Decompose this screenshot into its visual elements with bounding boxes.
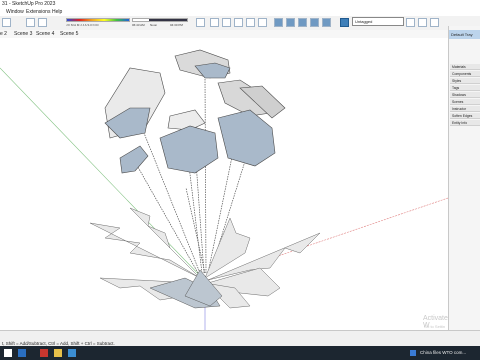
shaded-icon[interactable]	[258, 18, 267, 27]
tab-scene-3[interactable]: Scene 3	[14, 31, 32, 37]
tray-item-scenes[interactable]: Scenes	[450, 99, 480, 105]
activation-watermark-sub: Go to Settin	[424, 324, 446, 329]
file-explorer-icon[interactable]	[54, 349, 62, 357]
print-icon[interactable]	[26, 18, 35, 27]
model-canvas	[0, 49, 449, 330]
tray-item-materials[interactable]: Materials	[450, 64, 480, 70]
tab-scene-2[interactable]: e 2	[0, 31, 7, 37]
menu-bar: Window Extensions Help	[0, 9, 480, 16]
sync-icon[interactable]	[196, 18, 205, 27]
tray-title[interactable]: Default Tray	[449, 30, 480, 39]
flower-heads	[104, 49, 286, 174]
tray-item-styles[interactable]: Styles	[450, 78, 480, 84]
back-view-icon[interactable]	[322, 18, 331, 27]
tray-item-shadows[interactable]: Shadows	[450, 92, 480, 98]
tray-item-components[interactable]: Components	[450, 71, 480, 77]
menu-help[interactable]: Help	[52, 9, 62, 15]
search-icon[interactable]	[38, 18, 47, 27]
add-tag-icon[interactable]	[418, 18, 427, 27]
modeling-viewport[interactable]: Activate W Go to Settin	[0, 38, 449, 330]
leaf-shadows	[149, 269, 223, 309]
tray-item-tags[interactable]: Tags	[450, 85, 480, 91]
tag-dropdown[interactable]: Untagged	[352, 17, 404, 26]
taskbar-news[interactable]: China files WTO com...	[420, 350, 466, 355]
back-edges-icon[interactable]	[222, 18, 231, 27]
taskbar-app-icon[interactable]	[18, 349, 26, 357]
tab-scene-5[interactable]: Scene 5	[60, 31, 78, 37]
status-bar: t, Shift = Add/Subtract, Ctrl = Add, Shi…	[0, 330, 480, 347]
wireframe-icon[interactable]	[234, 18, 243, 27]
hidden-line-icon[interactable]	[246, 18, 255, 27]
tag-tool-icon[interactable]	[340, 18, 349, 27]
front-view-icon[interactable]	[298, 18, 307, 27]
tag-visibility-icon[interactable]	[406, 18, 415, 27]
right-view-icon[interactable]	[310, 18, 319, 27]
shadow-time-slider[interactable]	[132, 18, 188, 22]
sketchup-icon[interactable]	[40, 349, 48, 357]
taskbar: China files WTO com...	[0, 346, 480, 360]
green-axis	[0, 67, 206, 282]
start-icon[interactable]	[4, 349, 12, 357]
toolbar: J F M A M J J A S O N D 06:43 AM Noon 04…	[0, 16, 480, 31]
tray-item-soften-edges[interactable]: Soften Edges	[450, 113, 480, 119]
shadow-date-slider[interactable]	[66, 18, 130, 22]
window-title: 31 - SketchUp Pro 2023	[2, 1, 56, 7]
tag-list-icon[interactable]	[430, 18, 439, 27]
menu-extensions[interactable]: Extensions	[26, 9, 50, 15]
tray-item-entity-info[interactable]: Entity Info	[450, 120, 480, 126]
time-noon: Noon	[150, 23, 158, 27]
tray-item-instructor[interactable]: Instructor	[450, 106, 480, 112]
x-ray-icon[interactable]	[210, 18, 219, 27]
shadow-month-labels: J F M A M J J A S O N D	[66, 23, 99, 27]
menu-window[interactable]: Window	[6, 9, 24, 15]
default-tray: Default Tray Materials Components Styles…	[448, 26, 480, 330]
news-icon[interactable]	[410, 350, 416, 356]
tab-scene-4[interactable]: Scene 4	[36, 31, 54, 37]
browser-icon[interactable]	[68, 349, 76, 357]
time-start: 06:43 AM	[132, 23, 145, 27]
top-view-icon[interactable]	[286, 18, 295, 27]
time-end: 04:30 PM	[170, 23, 183, 27]
save-icon[interactable]	[2, 18, 11, 27]
iso-view-icon[interactable]	[274, 18, 283, 27]
